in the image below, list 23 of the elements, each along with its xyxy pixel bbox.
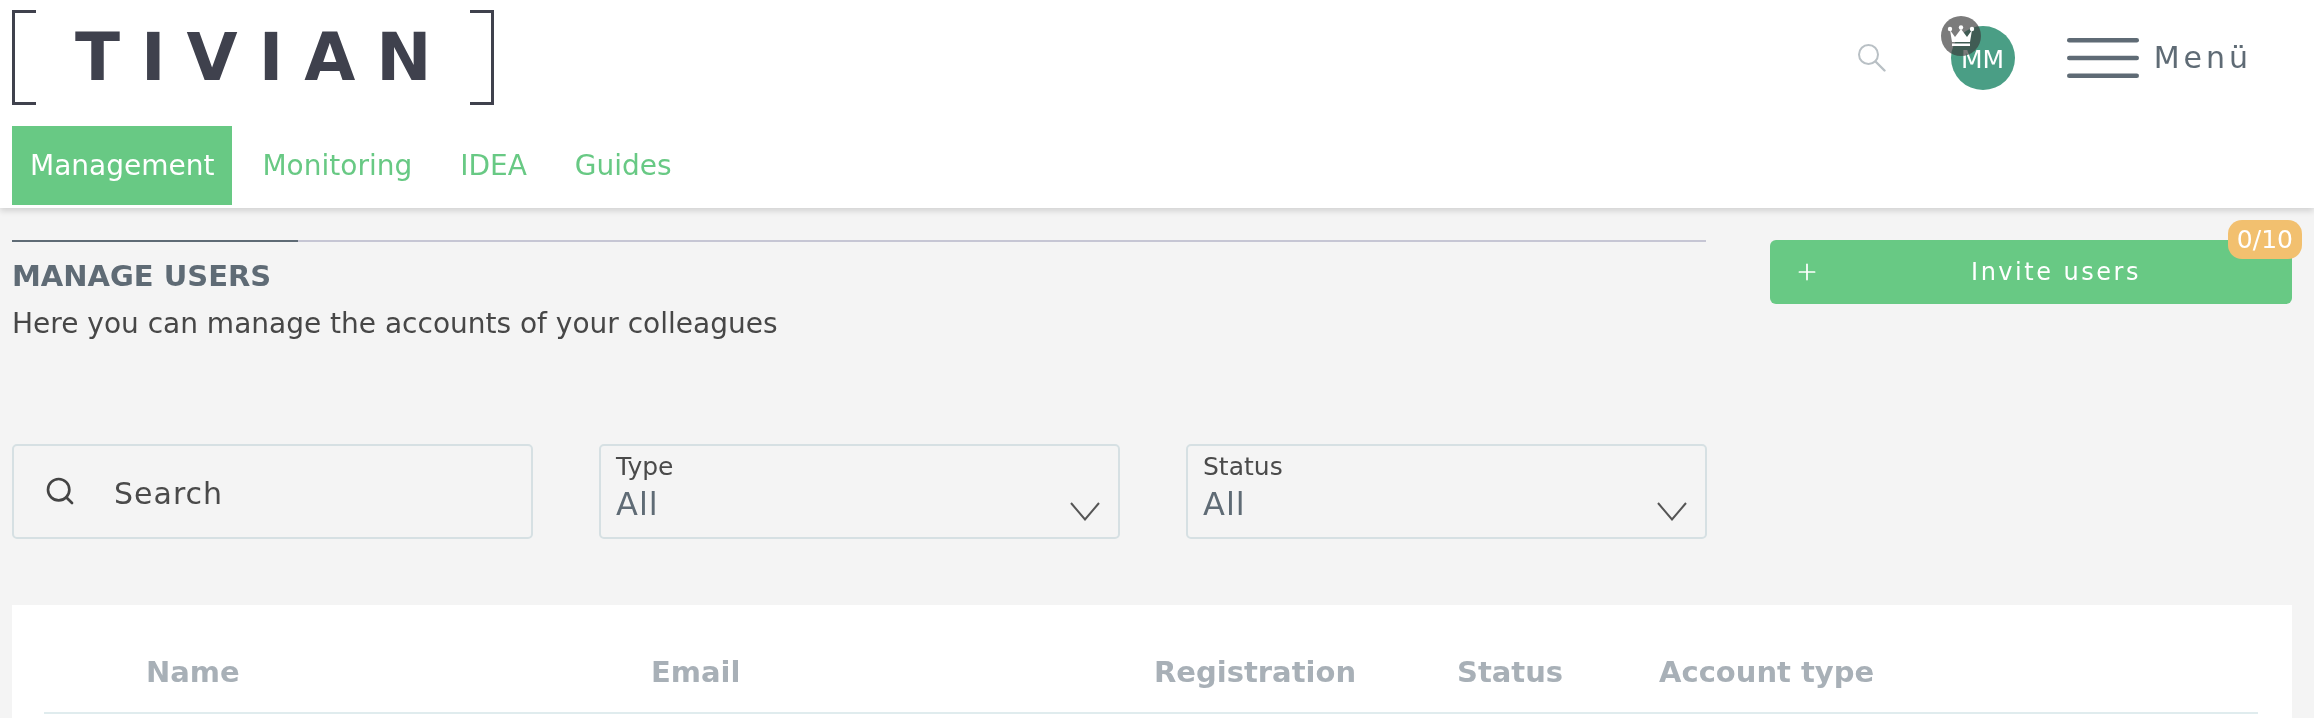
nav-tab[interactable]: Management bbox=[12, 126, 233, 205]
page-subtitle: Here you can manage the accounts of your colleagues bbox=[12, 307, 778, 341]
search-icon bbox=[44, 475, 76, 507]
column-header: Account type bbox=[1659, 655, 1875, 690]
nav-tab[interactable]: Guides bbox=[556, 126, 690, 205]
search-icon[interactable] bbox=[1856, 43, 1886, 72]
chevron-down-icon bbox=[1070, 502, 1100, 521]
page-title: MANAGE USERS bbox=[12, 259, 272, 294]
menu-icon bbox=[2066, 37, 2139, 78]
search-field[interactable]: Search bbox=[12, 444, 533, 539]
column-header: Name bbox=[146, 655, 240, 690]
column-header: Email bbox=[651, 655, 741, 690]
chevron-down-icon bbox=[1657, 502, 1687, 521]
logo-wordmark: TIVIAN bbox=[12, 10, 494, 105]
invite-count-badge: 0/10 bbox=[2227, 220, 2302, 259]
nav-tab[interactable]: Monitoring bbox=[244, 126, 431, 205]
menu-button[interactable]: Menü bbox=[2066, 37, 2252, 78]
column-header: Status bbox=[1457, 655, 1564, 690]
user-avatar[interactable]: MM bbox=[1950, 25, 2015, 90]
column-header: Registration bbox=[1154, 655, 1357, 690]
select-field[interactable]: Status All bbox=[1186, 444, 1707, 539]
select-field[interactable]: Type All bbox=[599, 444, 1120, 539]
nav-tab[interactable]: IDEA bbox=[442, 126, 545, 205]
